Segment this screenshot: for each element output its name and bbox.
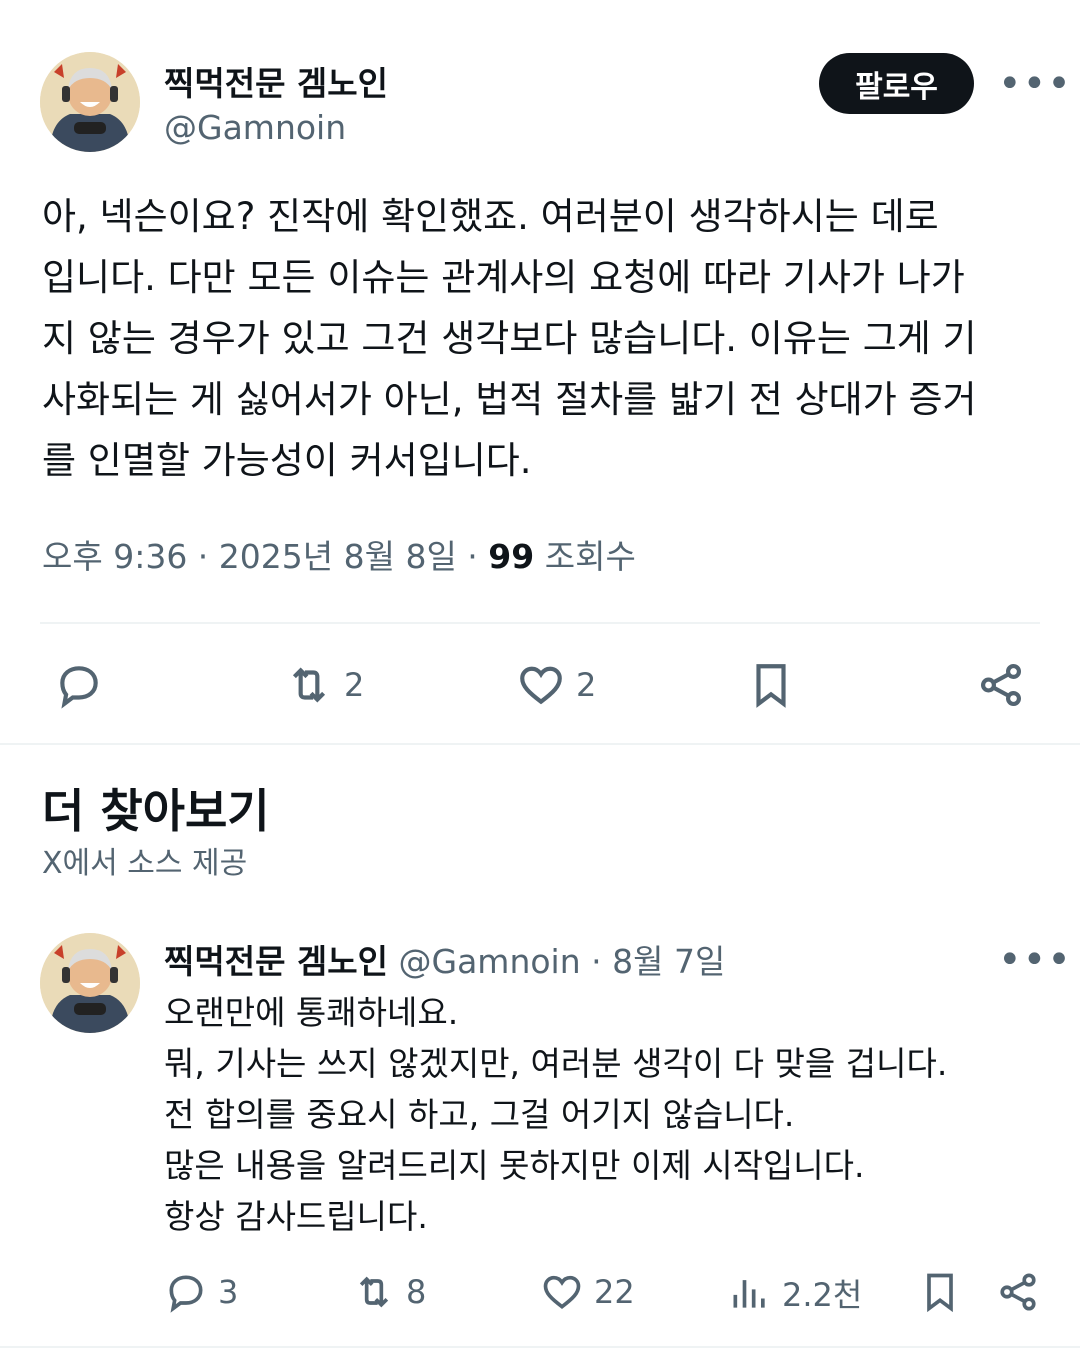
related-retweet-count: 8 bbox=[406, 1273, 427, 1311]
tweet-text-line: 사화되는 게 싫어서가 아닌, 법적 절차를 밟기 전 상대가 증거 bbox=[42, 378, 977, 421]
bottom-divider bbox=[0, 1346, 1080, 1348]
related-retweet-button[interactable]: 8 bbox=[352, 1270, 426, 1314]
share-button[interactable] bbox=[976, 660, 1026, 710]
heart-icon bbox=[543, 1275, 581, 1309]
related-text-line: 전 합의를 중요시 하고, 그걸 어기지 않습니다. bbox=[164, 1095, 795, 1134]
author-name[interactable]: 찍먹전문 겜노인 bbox=[164, 57, 388, 105]
related-author-handle[interactable]: @Gamnoin bbox=[399, 942, 581, 981]
views-label: 조회수 bbox=[534, 537, 636, 576]
author-avatar[interactable] bbox=[40, 52, 140, 152]
more-options-icon[interactable]: ••• bbox=[998, 64, 1072, 104]
related-post-text: 오랜만에 통쾌하네요. 뭐, 기사는 쓰지 않겠지만, 여러분 생각이 다 맞을… bbox=[164, 987, 947, 1242]
related-bookmark-button[interactable] bbox=[918, 1270, 962, 1314]
related-like-count: 22 bbox=[594, 1273, 635, 1311]
tweet-text-line: 아, 넥슨이요? 진작에 확인했죠. 여러분이 생각하시는 데로 bbox=[42, 195, 939, 238]
section-subtitle: X에서 소스 제공 bbox=[42, 846, 248, 881]
avatar-image bbox=[40, 933, 140, 1033]
related-reply-button[interactable]: 3 bbox=[164, 1270, 238, 1314]
related-like-button[interactable]: 22 bbox=[540, 1270, 635, 1314]
retweet-icon bbox=[359, 1276, 389, 1308]
related-author-name[interactable]: 찍먹전문 겜노인 bbox=[164, 942, 388, 981]
related-author-avatar[interactable] bbox=[40, 933, 140, 1033]
reply-icon bbox=[169, 1275, 203, 1313]
share-icon bbox=[1000, 1273, 1036, 1311]
related-share-button[interactable] bbox=[996, 1270, 1040, 1314]
related-reply-count: 3 bbox=[218, 1273, 239, 1311]
divider bbox=[40, 622, 1040, 624]
retweet-button[interactable]: 2 bbox=[284, 660, 364, 710]
tweet-text-line: 입니다. 다만 모든 이슈는 관계사의 요청에 따라 기사가 나가 bbox=[42, 256, 965, 299]
retweet-icon bbox=[292, 667, 326, 703]
related-more-options-icon[interactable]: ••• bbox=[998, 940, 1072, 980]
tweet-time[interactable]: 오후 9:36 · 2025년 8월 8일 · bbox=[42, 537, 488, 576]
related-text-line: 오랜만에 통쾌하네요. bbox=[164, 993, 459, 1032]
reply-icon bbox=[60, 666, 98, 709]
related-views-count: 2.2천 bbox=[782, 1276, 863, 1314]
views-chart-icon bbox=[733, 1280, 765, 1308]
related-post-date[interactable]: · 8월 7일 bbox=[581, 942, 725, 981]
tweet-text: 아, 넥슨이요? 진작에 확인했죠. 여러분이 생각하시는 데로 입니다. 다만… bbox=[42, 186, 1042, 491]
section-divider bbox=[0, 743, 1080, 745]
related-text-line: 많은 내용을 알려드리지 못하지만 이제 시작입니다. bbox=[164, 1146, 865, 1185]
related-views-button[interactable]: 2.2천 bbox=[728, 1270, 862, 1316]
bookmark-icon bbox=[927, 1273, 953, 1313]
section-title: 더 찾아보기 bbox=[42, 784, 270, 838]
like-count: 2 bbox=[576, 666, 597, 704]
related-text-line: 항상 감사드립니다. bbox=[164, 1197, 428, 1236]
heart-icon bbox=[520, 666, 562, 705]
follow-button[interactable]: 팔로우 bbox=[819, 53, 974, 114]
bookmark-button[interactable] bbox=[746, 660, 796, 710]
reply-button[interactable] bbox=[54, 660, 104, 710]
views-count: 99 bbox=[488, 537, 535, 576]
like-button[interactable]: 2 bbox=[516, 660, 596, 710]
bookmark-icon bbox=[756, 664, 786, 708]
related-text-line: 뭐, 기사는 쓰지 않겠지만, 여러분 생각이 다 맞을 겁니다. bbox=[164, 1044, 948, 1083]
retweet-count: 2 bbox=[344, 666, 365, 704]
author-handle[interactable]: @Gamnoin bbox=[164, 108, 346, 147]
avatar-image bbox=[40, 52, 140, 152]
tweet-text-line: 지 않는 경우가 있고 그건 생각보다 많습니다. 이유는 그게 기 bbox=[42, 317, 977, 360]
share-icon bbox=[981, 663, 1021, 707]
tweet-meta: 오후 9:36 · 2025년 8월 8일 · 99 조회수 bbox=[42, 530, 636, 578]
tweet-text-line: 를 인멸할 가능성이 커서입니다. bbox=[42, 439, 532, 482]
related-post-header: 찍먹전문 겜노인 @Gamnoin · 8월 7일 bbox=[164, 935, 725, 983]
